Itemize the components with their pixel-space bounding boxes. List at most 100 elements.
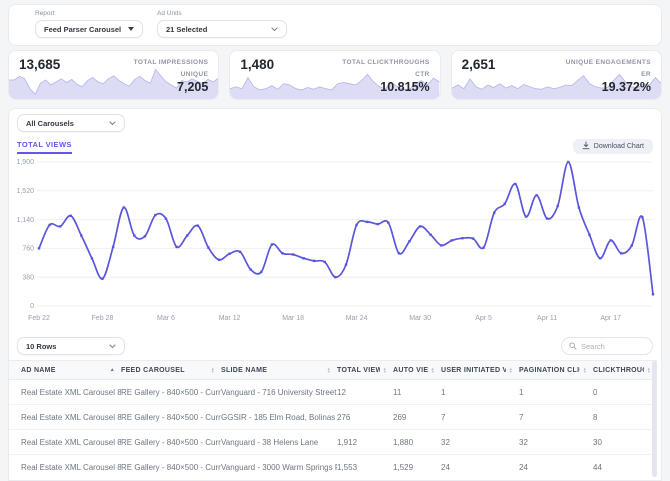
chevron-down-icon	[109, 343, 116, 349]
column-header-clickthroughs[interactable]: CLICKTHROUGHS▲▼	[593, 360, 657, 380]
cell-total-views: 276	[337, 404, 393, 430]
sort-icon: ▲ ▼	[382, 366, 387, 374]
cell-total-views: 1,553	[337, 454, 393, 480]
table-header-row: AD NAME ▲ FEED CAROUSEL ▲ ▼ SLIDE NAME ▲ ▼ TOTAL…	[9, 360, 657, 380]
cell-user-initiated-views: 32	[441, 429, 519, 455]
table-scrollbar[interactable]	[652, 361, 657, 477]
stat-card-impressions: 13,685 TOTAL IMPRESSIONS UNIQUE 7,205	[8, 50, 220, 100]
svg-text:Mar 6: Mar 6	[157, 315, 175, 322]
impressions-value: 13,685	[19, 57, 61, 72]
cell-pagination-clicks: 24	[519, 454, 593, 480]
svg-text:Apr 11: Apr 11	[537, 315, 557, 322]
svg-text:Mar 30: Mar 30	[409, 315, 431, 322]
table-row[interactable]: Real Estate XML Carousel 840×500RE Galle…	[9, 454, 657, 480]
cell-feed-carousel: RE Gallery - 840×500 - Current	[121, 429, 221, 455]
clickthroughs-label: TOTAL CLICKTHROUGHS	[342, 59, 430, 66]
engagements-value: 2,651	[461, 57, 496, 72]
cell-pagination-clicks: 1	[519, 387, 524, 397]
svg-text:1,140: 1,140	[16, 217, 34, 224]
ctr-label: CTR	[415, 71, 430, 78]
cell-clickthroughs: 30	[593, 429, 657, 455]
cell-auto-views: 269	[393, 404, 441, 430]
sort-icon: ▲ ▼	[582, 366, 587, 374]
cell-total-views: 1,912	[337, 429, 393, 455]
search-icon	[569, 337, 577, 355]
ad-units-select[interactable]: 21 Selected	[157, 20, 287, 38]
cell-auto-views: 1,529	[393, 454, 441, 480]
sort-icon: ▲ ▼	[326, 366, 331, 374]
cell-auto-views: 1,880	[393, 429, 441, 455]
cell-slide-name: Vanguard - 716 University Street	[221, 387, 337, 397]
search-input[interactable]	[581, 341, 651, 351]
svg-text:Apr 5: Apr 5	[475, 315, 492, 322]
column-header-feed-carousel[interactable]: FEED CAROUSEL ▲ ▼	[121, 360, 221, 380]
results-table: AD NAME ▲ FEED CAROUSEL ▲ ▼ SLIDE NAME ▲ ▼ TOTAL…	[9, 360, 657, 480]
main-panel: All Carousels TOTAL VIEWS Download Chart…	[8, 108, 662, 481]
cell-slide-name: Vanguard - 3000 Warm Springs Road	[221, 454, 337, 480]
stat-cards: 13,685 TOTAL IMPRESSIONS UNIQUE 7,205 1,…	[8, 50, 662, 100]
cell-clickthroughs: 8	[593, 404, 657, 430]
table-row[interactable]: Real Estate XML Carousel 840×500RE Galle…	[9, 404, 657, 430]
cell-pagination-clicks: 7	[519, 404, 593, 430]
cell-auto-views: 11	[393, 387, 402, 397]
column-header-pagination-clicks[interactable]: PAGINATION CLICKS▲▼	[519, 360, 593, 380]
column-header-user-initiated-views[interactable]: USER INITIATED VIEWS▲▼	[441, 360, 519, 380]
table-row[interactable]: Real Estate XML Carousel 840×500RE Galle…	[9, 429, 657, 455]
chevron-down-icon	[109, 120, 116, 126]
column-label: AD NAME	[21, 366, 56, 374]
svg-text:0: 0	[30, 303, 34, 310]
report-select[interactable]: Feed Parser Carousel	[35, 20, 143, 38]
svg-text:Feb 28: Feb 28	[92, 315, 114, 322]
column-label: TOTAL VIEWS	[337, 366, 380, 374]
column-header-ad-name[interactable]: AD NAME ▲	[9, 360, 121, 380]
svg-text:Mar 24: Mar 24	[346, 315, 368, 322]
filter-bar: Report Feed Parser Carousel Ad Units 21 …	[8, 4, 662, 46]
svg-text:Feb 22: Feb 22	[28, 315, 50, 322]
column-header-total-views[interactable]: TOTAL VIEWS▲▼	[337, 360, 393, 380]
sort-icon: ▲ ▼	[210, 366, 215, 374]
carousel-filter-select[interactable]: All Carousels	[17, 114, 125, 132]
ad-units-label: Ad Units	[157, 10, 182, 17]
cell-ad-name: Real Estate XML Carousel 840×500	[9, 429, 121, 455]
search-box	[561, 337, 653, 355]
cell-pagination-clicks: 32	[519, 429, 593, 455]
unique-value: 7,205	[177, 80, 209, 94]
sort-icon: ▲ ▼	[646, 366, 651, 374]
impressions-label: TOTAL IMPRESSIONS	[133, 59, 209, 66]
column-label: USER INITIATED VIEWS	[441, 366, 506, 374]
column-label: SLIDE NAME	[221, 366, 268, 374]
svg-text:380: 380	[22, 274, 34, 281]
clickthroughs-value: 1,480	[240, 57, 275, 72]
chevron-down-icon	[271, 26, 278, 32]
ad-units-select-value: 21 Selected	[166, 24, 208, 34]
download-chart-button[interactable]: Download Chart	[572, 139, 653, 154]
cell-ad-name: Real Estate XML Carousel 840×500	[9, 454, 121, 480]
engagements-label: UNIQUE ENGAGEMENTS	[565, 59, 651, 66]
cell-slide-name: Vanguard - 38 Helens Lane	[221, 429, 337, 455]
column-header-auto-views[interactable]: AUTO VIEWS▲▼	[393, 360, 441, 380]
report-label: Report	[35, 10, 55, 17]
rows-per-page-select[interactable]: 10 Rows	[17, 337, 125, 355]
report-field: Report Feed Parser Carousel	[35, 10, 143, 45]
tab-total-views[interactable]: TOTAL VIEWS	[17, 140, 72, 154]
table-row[interactable]: Real Estate XML Carousel 840×500RE Galle…	[9, 380, 657, 405]
svg-text:Mar 12: Mar 12	[219, 315, 241, 322]
cell-total-views: 12	[337, 387, 346, 397]
cell-feed-carousel: RE Gallery - 840×500 - Current	[121, 404, 221, 430]
column-header-slide-name[interactable]: SLIDE NAME ▲ ▼	[221, 360, 337, 380]
svg-text:Apr 17: Apr 17	[600, 315, 621, 322]
column-label: PAGINATION CLICKS	[519, 366, 580, 374]
cell-ad-name: Real Estate XML Carousel 840×500	[9, 404, 121, 430]
cell-ad-name: Real Estate XML Carousel 840×500	[21, 387, 121, 397]
cell-slide-name: GGSIR - 185 Elm Road, Bolinas	[221, 404, 337, 430]
column-label: FEED CAROUSEL	[121, 366, 185, 374]
svg-text:1,900: 1,900	[16, 159, 34, 166]
stat-card-clickthroughs: 1,480 TOTAL CLICKTHROUGHS CTR 10.815%	[229, 50, 441, 100]
report-select-value: Feed Parser Carousel	[44, 24, 122, 34]
er-label: ER	[641, 71, 651, 78]
cell-clickthroughs: 44	[593, 454, 657, 480]
total-views-chart[interactable]: 0 380 760 1,140 1,520 1,900 Feb 22 Feb 28 Mar 6 M…	[9, 156, 661, 326]
stat-card-engagements: 2,651 UNIQUE ENGAGEMENTS ER 19.372%	[450, 50, 662, 100]
ad-units-field: Ad Units 21 Selected	[157, 10, 287, 45]
cell-user-initiated-views: 24	[441, 454, 519, 480]
